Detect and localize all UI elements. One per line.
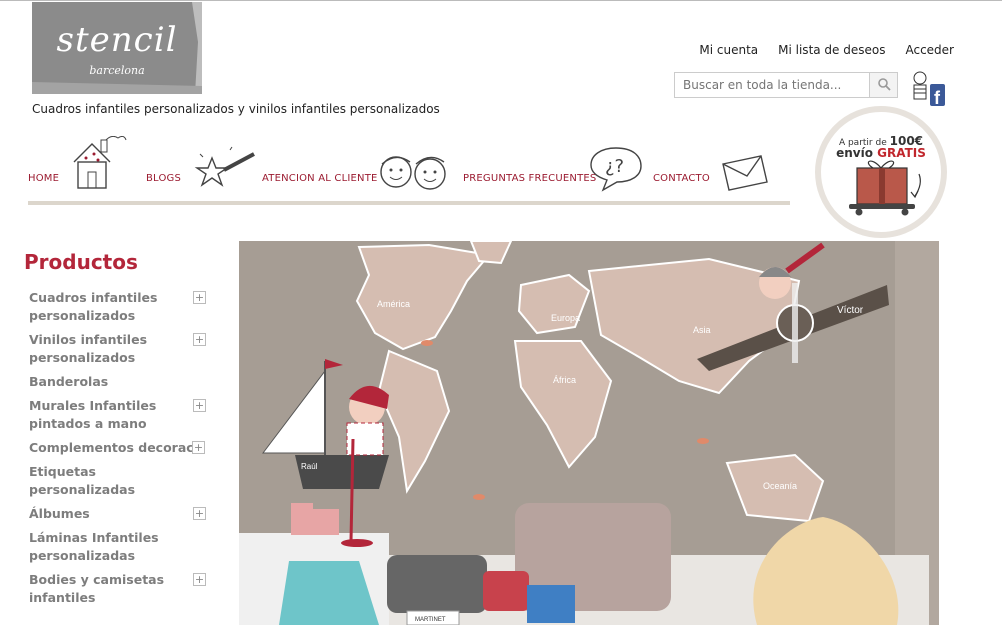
account-links: Mi cuenta Mi lista de deseos Acceder [699,43,954,57]
nav-divider [28,201,790,205]
grey-cushion [387,555,487,613]
desk-lamp [349,438,355,542]
hero-banner[interactable]: América Europa Asia África Oceanía Vícto… [239,241,939,625]
svg-text:f: f [934,88,941,108]
category-banderolas[interactable]: Banderolas [29,373,209,391]
category-menu: Cuadros infantiles personalizados + Vini… [29,289,209,613]
category-label: Álbumes [29,506,90,521]
map-label-africa: África [553,375,576,385]
expand-icon[interactable]: + [193,507,206,520]
site-tagline: Cuadros infantiles personalizados y vini… [32,102,440,116]
category-label: Vinilos infantiles personalizados [29,332,148,365]
my-account-link[interactable]: Mi cuenta [699,43,758,57]
logo-city: barcelona [89,64,145,77]
map-label-america: América [377,299,410,309]
wishlist-link[interactable]: Mi lista de deseos [778,43,885,57]
category-label: Banderolas [29,374,109,389]
pencil-cup [291,503,313,535]
category-murales[interactable]: Murales Infantiles pintados a mano + [29,397,209,433]
search-box [674,72,898,98]
category-laminas[interactable]: Láminas Infantiles personalizadas [29,529,209,565]
polka-case [527,585,575,623]
speech-bubble-question-icon: ¿? [590,147,642,192]
main-nav: HOME BLOGS ATENCION AL CLIENTE ¿? PREGUN… [28,130,790,206]
small-pillow [483,571,529,611]
plane-name: Víctor [837,305,864,316]
category-label: Cuadros infantiles personalizados [29,290,158,323]
expand-icon[interactable]: + [192,441,205,454]
nav-label-blogs: BLOGS [146,173,182,184]
expand-icon[interactable]: + [193,291,206,304]
logo-word: stencil [56,20,178,60]
map-label-europe: Europa [551,313,580,323]
free-shipping-badge[interactable]: A partir de 100€ envío GRATIS [815,106,947,238]
nav-label-faq: PREGUNTAS FRECUENTES [463,173,597,184]
gift-on-skateboard-icon [849,160,921,216]
expand-icon[interactable]: + [193,399,206,412]
nav-faq[interactable]: ¿? PREGUNTAS FRECUENTES [463,130,653,200]
login-link[interactable]: Acceder [905,43,954,57]
category-label: Etiquetas personalizadas [29,464,136,497]
world-map-mural-illustration: América Europa Asia África Oceanía Vícto… [239,241,939,625]
stencil-logo[interactable]: stencil barcelona [32,2,202,94]
top-border [0,0,1002,1]
expand-icon[interactable]: + [193,333,206,346]
category-label: Complementos decoración [29,440,205,455]
search-icon [877,77,891,91]
category-label: Murales Infantiles pintados a mano [29,398,157,431]
category-cuadros[interactable]: Cuadros infantiles personalizados + [29,289,209,325]
category-vinilos[interactable]: Vinilos infantiles personalizados + [29,331,209,367]
category-etiquetas[interactable]: Etiquetas personalizadas [29,463,209,499]
magic-wand-star-icon [194,146,255,187]
nav-label-home: HOME [28,173,60,184]
kids-faces-icon [380,156,446,190]
house-icon [73,136,127,189]
search-input[interactable] [674,72,870,98]
nav-customer-service[interactable]: ATENCION AL CLIENTE [262,130,462,200]
map-label-asia: Asia [693,325,711,335]
sidebar-title: Productos [24,250,138,274]
nav-label-contact: CONTACTO [653,173,710,184]
svg-text:¿?: ¿? [605,156,624,177]
nav-home[interactable]: HOME [28,130,128,200]
search-button[interactable] [870,72,898,98]
category-bodies[interactable]: Bodies y camisetas infantiles + [29,571,209,607]
envelope-icon [722,155,768,191]
expand-icon[interactable]: + [193,573,206,586]
category-complementos[interactable]: Complementos decoración + [29,439,205,457]
category-albumes[interactable]: Álbumes + [29,505,209,523]
map-label-oceania: Oceanía [763,481,797,491]
nav-label-customer-service: ATENCION AL CLIENTE [262,173,378,184]
category-label: Bodies y camisetas infantiles [29,572,165,605]
category-label: Láminas Infantiles personalizadas [29,530,159,563]
nav-blogs[interactable]: BLOGS [146,130,256,200]
facebook-icon[interactable]: f [910,70,946,108]
boat-name: Raúl [301,462,318,471]
nav-contact[interactable]: CONTACTO [653,130,790,200]
book-label: MARTINET [415,617,446,623]
